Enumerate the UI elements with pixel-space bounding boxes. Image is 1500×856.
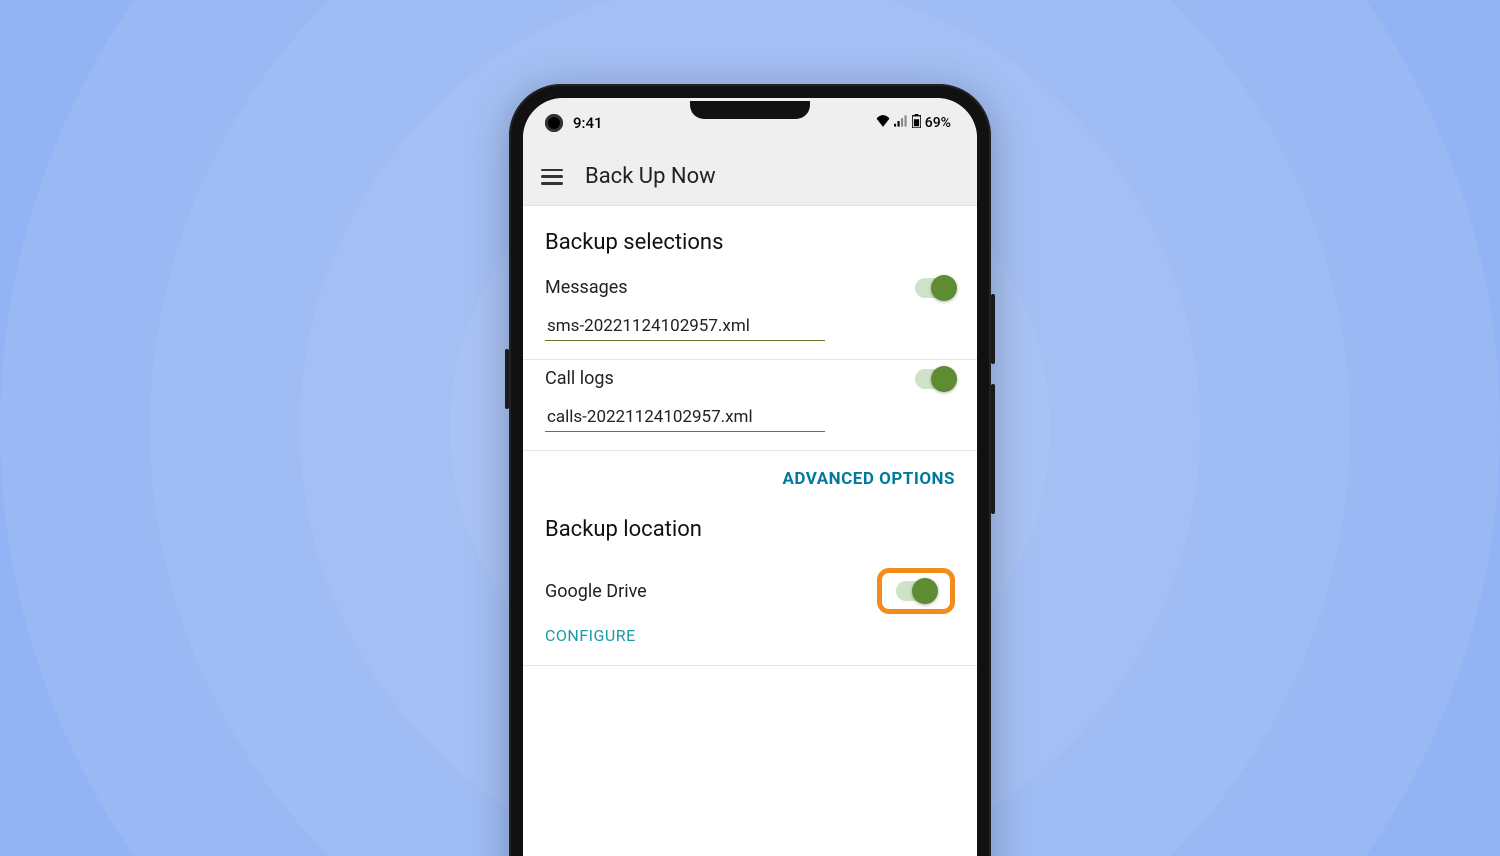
signal-icon: [894, 115, 908, 131]
app-bar: Back Up Now: [523, 148, 977, 206]
calllogs-toggle[interactable]: [915, 369, 955, 389]
messages-label: Messages: [545, 277, 628, 298]
messages-row: Messages: [523, 269, 977, 304]
highlight-callout: [877, 568, 955, 614]
calllogs-row: Call logs: [523, 360, 977, 395]
battery-percent: 69%: [925, 115, 951, 131]
advanced-options-link[interactable]: ADVANCED OPTIONS: [523, 451, 977, 513]
google-drive-label: Google Drive: [545, 581, 647, 602]
backup-location-heading: Backup location: [523, 513, 977, 556]
phone-notch: [690, 101, 810, 119]
google-drive-row: Google Drive: [523, 556, 977, 620]
messages-toggle[interactable]: [915, 278, 955, 298]
wifi-icon: [876, 115, 890, 131]
menu-icon[interactable]: [541, 169, 563, 185]
calllogs-filename-input[interactable]: calls-20221124102957.xml: [545, 401, 825, 432]
google-drive-toggle[interactable]: [896, 581, 936, 601]
configure-link[interactable]: CONFIGURE: [523, 620, 977, 665]
calllogs-label: Call logs: [545, 368, 614, 389]
status-time: 9:41: [573, 114, 603, 132]
page-title: Back Up Now: [585, 164, 716, 189]
camera-hole-icon: [545, 114, 563, 132]
messages-filename-input[interactable]: sms-20221124102957.xml: [545, 310, 825, 341]
backup-selections-heading: Backup selections: [523, 206, 977, 269]
phone-frame: 9:41 69%: [509, 84, 991, 856]
battery-icon: [912, 114, 921, 132]
